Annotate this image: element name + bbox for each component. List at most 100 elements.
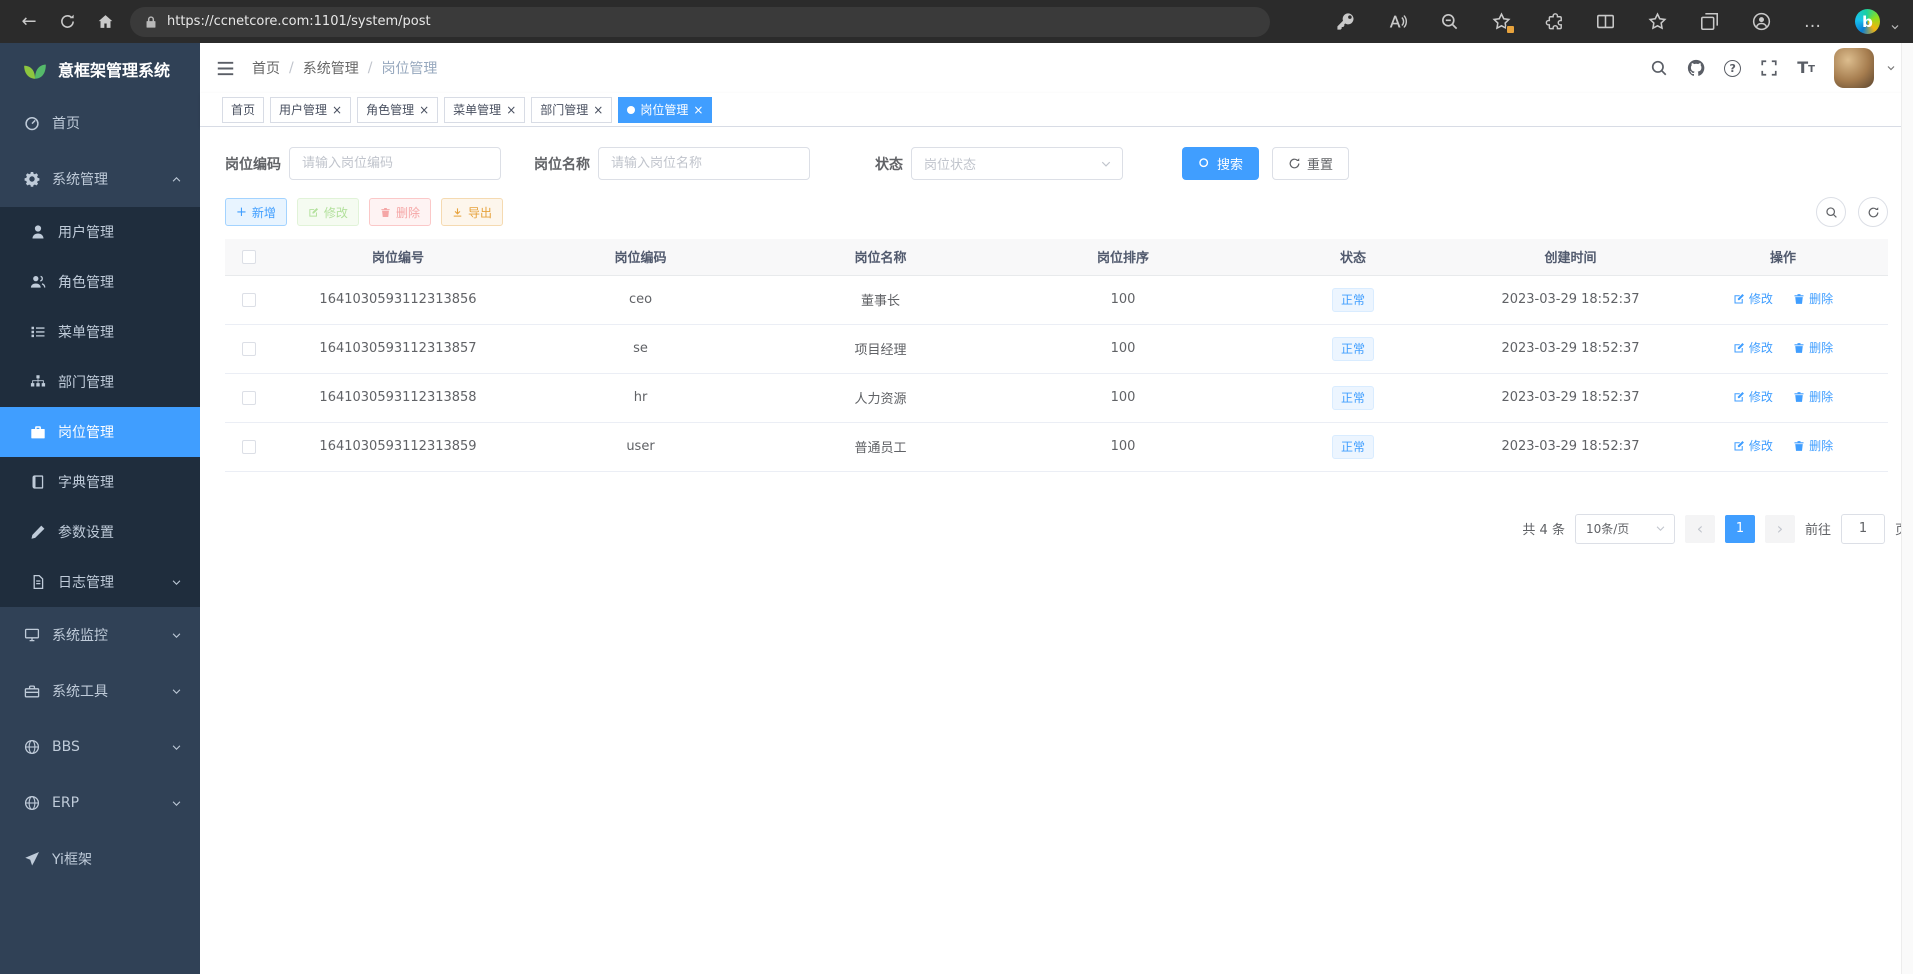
post-table: 岗位编号 岗位编码 岗位名称 岗位排序 状态 创建时间 操作 164103059… [225,239,1888,472]
pagination: 共 4 条 10条/页 ‹ 1 › 前往 页 [225,514,1908,544]
bing-caret-icon[interactable] [1889,21,1901,33]
cell-post-name: 项目经理 [758,324,1003,373]
search-button[interactable]: 搜索 [1182,147,1259,180]
row-edit-link[interactable]: 修改 [1733,339,1773,356]
post-code-input[interactable] [289,147,501,180]
row-delete-link[interactable]: 删除 [1793,388,1833,405]
page-size-select[interactable]: 10条/页 [1575,514,1675,544]
sidebar-item-label: BBS [52,739,80,755]
chevron-down-icon [171,630,182,641]
browser-back-button[interactable]: ← [10,5,48,39]
page-header: 首页 / 系统管理 / 岗位管理 ? TT [200,43,1913,93]
close-icon[interactable]: × [693,104,703,116]
breadcrumb-home[interactable]: 首页 [252,58,280,78]
sidebar-item-label: 角色管理 [58,272,114,292]
breadcrumb: 首页 / 系统管理 / 岗位管理 [252,58,437,78]
page-scrollbar[interactable] [1901,43,1913,974]
sidebar-item-label: 日志管理 [58,572,114,592]
status-select[interactable]: 岗位状态 [911,147,1123,180]
sidebar-item-param-settings[interactable]: 参数设置 [0,507,200,557]
row-checkbox[interactable] [242,293,256,307]
sidebar-item-user-mgmt[interactable]: 用户管理 [0,207,200,257]
tab-menu-mgmt[interactable]: 菜单管理× [444,97,525,123]
tab-role-mgmt[interactable]: 角色管理× [357,97,438,123]
favorites-star-badge-icon[interactable] [1492,12,1511,31]
browser-settings-more-icon[interactable]: … [1804,12,1822,32]
github-icon[interactable] [1687,59,1705,77]
edit-button[interactable]: 修改 [297,198,359,226]
sidebar-item-dept-mgmt[interactable]: 部门管理 [0,357,200,407]
export-button[interactable]: 导出 [441,198,503,226]
row-checkbox[interactable] [242,342,256,356]
goto-page-input[interactable] [1841,514,1885,544]
row-edit-link[interactable]: 修改 [1733,437,1773,454]
tab-home[interactable]: 首页 [222,97,264,123]
row-checkbox[interactable] [242,391,256,405]
row-delete-link[interactable]: 删除 [1793,290,1833,307]
page-number-button[interactable]: 1 [1725,515,1755,543]
sidebar-group-erp[interactable]: ERP [0,775,200,831]
breadcrumb-system[interactable]: 系统管理 [303,58,359,78]
extensions-puzzle-icon[interactable] [1544,12,1563,31]
sidebar-group-tools[interactable]: 系统工具 [0,663,200,719]
delete-button[interactable]: 删除 [369,198,431,226]
avatar-caret-icon[interactable] [1885,62,1897,74]
prev-page-button[interactable]: ‹ [1685,515,1715,543]
add-button[interactable]: + 新增 [225,198,287,226]
bing-copilot-icon[interactable]: b [1855,9,1880,34]
close-icon[interactable]: × [332,104,342,116]
split-screen-icon[interactable] [1596,12,1615,31]
user-avatar[interactable] [1834,48,1874,88]
tab-user-mgmt[interactable]: 用户管理× [270,97,351,123]
sidebar-item-post-mgmt[interactable]: 岗位管理 [0,407,200,457]
row-edit-link[interactable]: 修改 [1733,388,1773,405]
sidebar-item-home[interactable]: 首页 [0,95,200,151]
active-dot [627,106,635,114]
font-size-icon[interactable]: TT [1797,60,1815,76]
table-row: 1641030593112313858 hr 人力资源 100 正常 2023-… [225,373,1888,422]
tab-dept-mgmt[interactable]: 部门管理× [531,97,612,123]
row-edit-link[interactable]: 修改 [1733,290,1773,307]
select-all-checkbox[interactable] [242,250,256,264]
sidebar-item-dict-mgmt[interactable]: 字典管理 [0,457,200,507]
reset-button[interactable]: 重置 [1272,147,1349,180]
sidebar-group-system[interactable]: 系统管理 [0,151,200,207]
filter-form: 岗位编码 岗位名称 状态 岗位状态 搜索 [225,147,1888,180]
favorites-star-icon[interactable] [1648,12,1667,31]
refresh-table-button[interactable] [1858,197,1888,227]
row-delete-link[interactable]: 删除 [1793,339,1833,356]
password-key-icon[interactable] [1336,12,1355,31]
browser-home-button[interactable] [86,5,124,39]
fullscreen-icon[interactable] [1760,59,1778,77]
collections-icon[interactable] [1700,12,1719,31]
help-question-icon[interactable]: ? [1724,60,1741,77]
chevron-down-icon [1655,523,1666,534]
row-checkbox[interactable] [242,440,256,454]
hamburger-icon[interactable] [216,59,235,78]
sidebar-group-monitor[interactable]: 系统监控 [0,607,200,663]
toggle-search-button[interactable] [1816,197,1846,227]
close-icon[interactable]: × [419,104,429,116]
header-search-icon[interactable] [1650,59,1668,77]
sidebar-item-menu-mgmt[interactable]: 菜单管理 [0,307,200,357]
read-aloud-icon[interactable] [1388,12,1407,31]
users-icon [30,274,46,290]
browser-refresh-button[interactable] [48,5,86,39]
address-bar[interactable]: https://ccnetcore.com:1101/system/post [130,7,1270,37]
sidebar-group-bbs[interactable]: BBS [0,719,200,775]
row-delete-link[interactable]: 删除 [1793,437,1833,454]
next-page-button[interactable]: › [1765,515,1795,543]
close-icon[interactable]: × [506,104,516,116]
sidebar-item-role-mgmt[interactable]: 角色管理 [0,257,200,307]
cell-created: 2023-03-29 18:52:37 [1463,422,1678,471]
filter-post-name: 岗位名称 [534,147,810,180]
cell-post-name: 普通员工 [758,422,1003,471]
cell-post-id: 1641030593112313858 [273,373,523,422]
post-name-input[interactable] [598,147,810,180]
sidebar-group-log-mgmt[interactable]: 日志管理 [0,557,200,607]
browser-profile-icon[interactable] [1752,12,1771,31]
close-icon[interactable]: × [593,104,603,116]
tab-post-mgmt[interactable]: 岗位管理× [618,97,712,123]
sidebar-item-yi-framework[interactable]: Yi框架 [0,831,200,887]
zoom-out-icon[interactable] [1440,12,1459,31]
